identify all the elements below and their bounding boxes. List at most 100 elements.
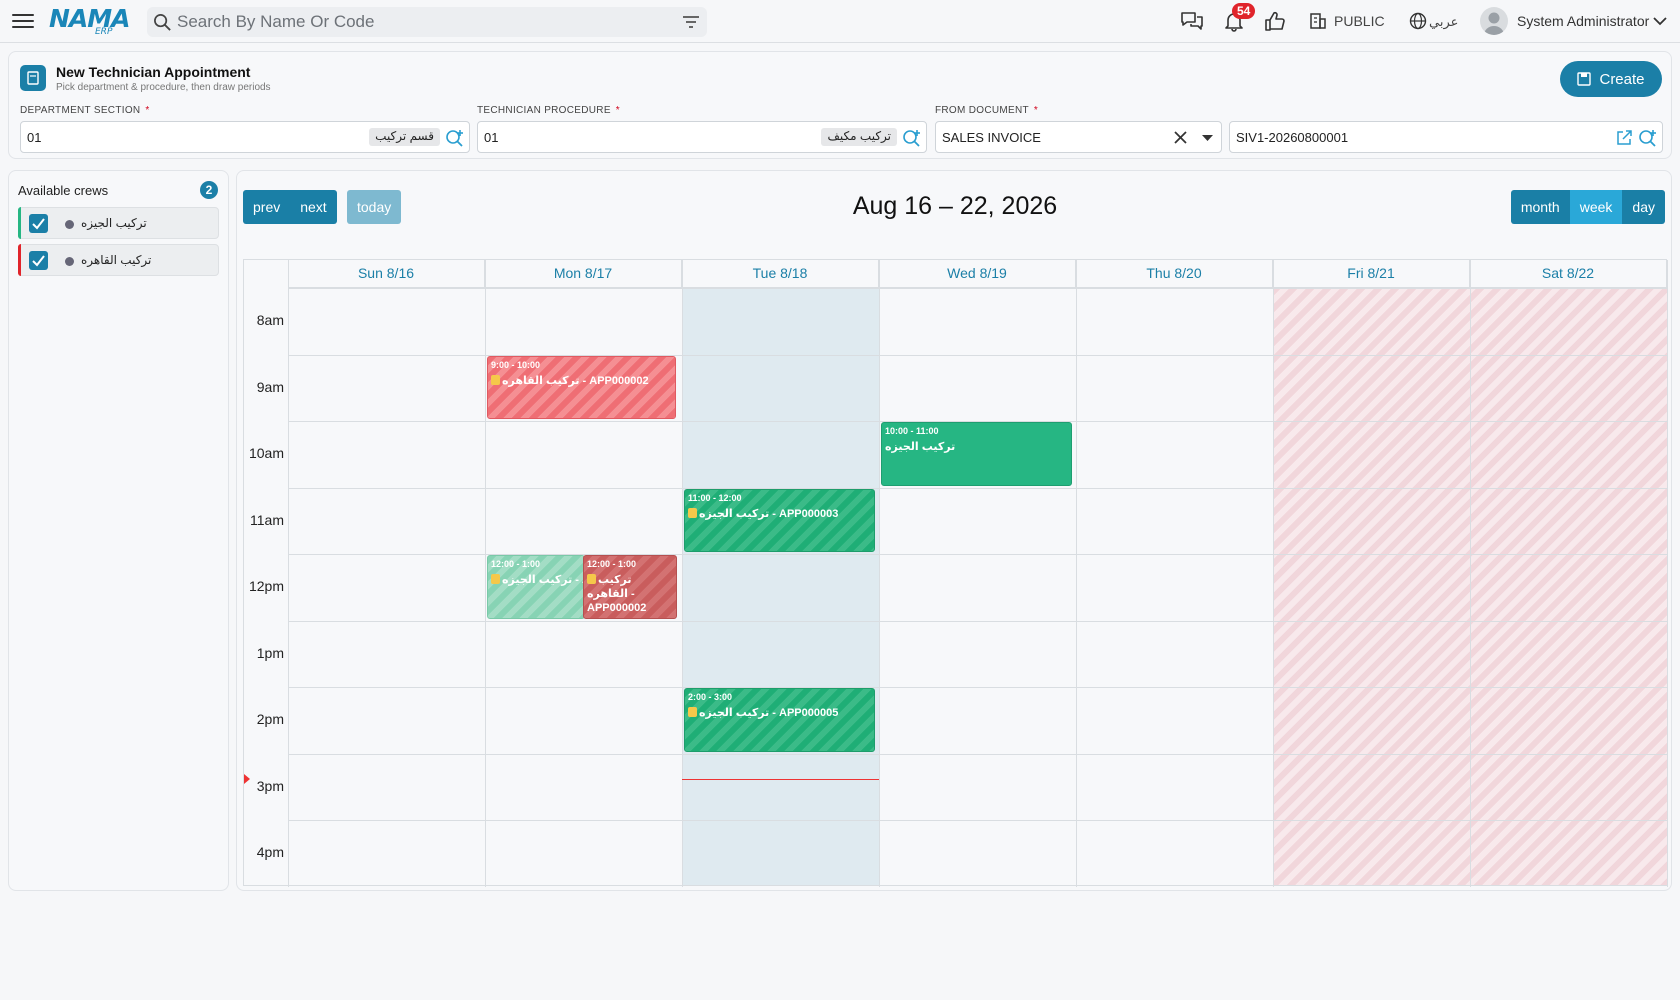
department-field[interactable]: 01 قسم تركيب [20,121,470,153]
crew-name: تركيب القاهره [81,253,152,267]
crew-checkbox[interactable] [29,214,48,233]
create-button[interactable]: Create [1560,61,1662,97]
day-column-line [1470,260,1471,887]
search-add-icon[interactable] [445,128,465,148]
logo-text: NAMA [49,4,130,33]
crew-checkbox[interactable] [29,251,48,270]
page-subtitle: Pick department & procedure, then draw p… [56,82,271,93]
now-indicator-arrow-icon [244,773,250,784]
crew-item-giza[interactable]: تركيب الجيزه [18,207,219,239]
lock-icon [491,574,500,584]
day-column-line [879,260,880,887]
day-header: Sun 8/16 [288,260,485,288]
week-grid[interactable]: 8am 9am 10am 11am 12pm 1pm 2pm 3pm 4pm Sun 8/16 Mo… [243,259,1668,887]
day-header: Fri 8/21 [1273,260,1470,288]
user-avatar-icon[interactable] [1480,7,1508,35]
chat-icon[interactable] [1180,10,1204,32]
appointment-event[interactable]: 12:00 - 1:00 تركيب القاهره - APP000002 [583,555,677,619]
view-button-group: month week day [1510,190,1665,224]
event-title: تركيب الجيزه - APP000004 [491,573,584,587]
appointment-event[interactable]: 10:00 - 11:00 تركيب الجيزه [881,422,1072,486]
hour-label: 10am [248,445,284,461]
procedure-code: 01 [484,130,499,145]
event-title: تركيب القاهره - APP000002 [587,573,673,615]
crew-item-cairo[interactable]: تركيب القاهره [18,244,219,276]
week-view-button[interactable]: week [1569,190,1623,224]
calendar-title: Aug 16 – 22, 2026 [852,192,1058,220]
search-add-icon[interactable] [1638,128,1658,148]
day-header: Mon 8/17 [485,260,682,288]
event-time: 2:00 - 3:00 [688,692,733,702]
event-time: 10:00 - 11:00 [885,426,939,436]
hour-label: 8am [256,312,284,328]
search-add-icon[interactable] [902,128,922,148]
day-column-line [1273,260,1274,887]
event-title-text: تركيب الجيزه [885,441,956,453]
event-title-text: تركيب الجيزه - APP000005 [699,707,839,719]
appointment-event[interactable]: 9:00 - 10:00 تركيب القاهره - APP000002 [487,355,676,419]
crew-dot [65,257,74,266]
hour-label: 11am [250,511,284,528]
logo-subtext: ERP [95,27,113,37]
appointment-form-card: New Technician Appointment Pick departme… [8,51,1672,159]
day-column-line [485,260,486,887]
event-time: 12:00 - 1:00 [491,559,541,569]
document-number-field[interactable]: SIV1-20260800001 [1229,121,1663,153]
event-time: 12:00 - 1:00 [587,559,637,569]
open-external-icon[interactable] [1616,130,1632,146]
document-type-select[interactable]: SALES INVOICE [935,121,1222,153]
lock-icon [688,707,697,717]
hour-label: 4pm [256,844,284,860]
clear-icon[interactable] [1174,131,1187,144]
day-header: Tue 8/18 [682,260,879,288]
global-search [147,7,707,37]
hour-line [288,620,1667,622]
save-icon [1577,72,1592,86]
day-view-button[interactable]: day [1622,190,1665,224]
thumbs-up-icon[interactable] [1264,10,1286,32]
from-document-label: FROM DOCUMENT * [935,105,1039,116]
search-icon [154,14,171,31]
day-header: Wed 8/19 [879,260,1076,288]
language-switch[interactable]: عربي [1429,14,1458,30]
event-title: تركيب الجيزه - APP000003 [688,507,871,521]
lock-icon [491,374,500,385]
event-title: تركيب القاهره - APP000002 [491,374,672,388]
filter-icon[interactable] [683,15,699,29]
event-title-text: تركيب الجيزه - APP000004 [502,574,584,586]
gutter-line [288,260,289,887]
document-type-value: SALES INVOICE [942,130,1041,145]
now-indicator-line [682,778,879,780]
check-icon [32,255,45,267]
day-column-line [682,260,683,887]
hamburger-menu-icon[interactable] [12,11,34,31]
chevron-down-icon[interactable] [1653,17,1667,26]
notification-count-badge: 54 [1232,3,1256,19]
dropdown-caret-icon[interactable] [1202,135,1213,141]
page-title: New Technician Appointment [56,64,251,80]
hour-line [288,288,1667,289]
nama-erp-logo[interactable]: NAMA ERP [49,4,133,38]
globe-icon[interactable] [1409,12,1427,30]
procedure-field[interactable]: 01 تركيب مكيف [477,121,927,153]
building-icon [1310,13,1326,29]
crew-color-stripe [18,244,21,276]
crew-name: تركيب الجيزه [81,216,147,230]
appointment-event[interactable]: 2:00 - 3:00 تركيب الجيزه - APP000005 [684,688,875,752]
top-bar: NAMA ERP 54 PUBLIC عربي System Administr… [0,0,1680,43]
document-number-value: SIV1-20260800001 [1236,130,1349,145]
hour-label: 1pm [256,644,284,661]
day-column-line [1667,260,1668,887]
branch-label[interactable]: PUBLIC [1334,13,1385,29]
appointment-event[interactable]: 11:00 - 12:00 تركيب الجيزه - APP000003 [684,488,875,552]
user-name[interactable]: System Administrator [1517,13,1649,29]
procedure-label: TECHNICIAN PROCEDURE * [477,105,620,116]
day-header: Thu 8/20 [1076,260,1273,288]
appointment-event[interactable]: 12:00 - 1:00 تركيب الجيزه - APP000004 [487,555,585,619]
search-input[interactable] [177,12,657,32]
month-view-button[interactable]: month [1510,190,1570,224]
day-column-line [1076,260,1077,887]
crew-dot [65,220,74,229]
lock-icon [587,574,596,584]
event-title: تركيب الجيزه - APP000005 [688,706,871,720]
